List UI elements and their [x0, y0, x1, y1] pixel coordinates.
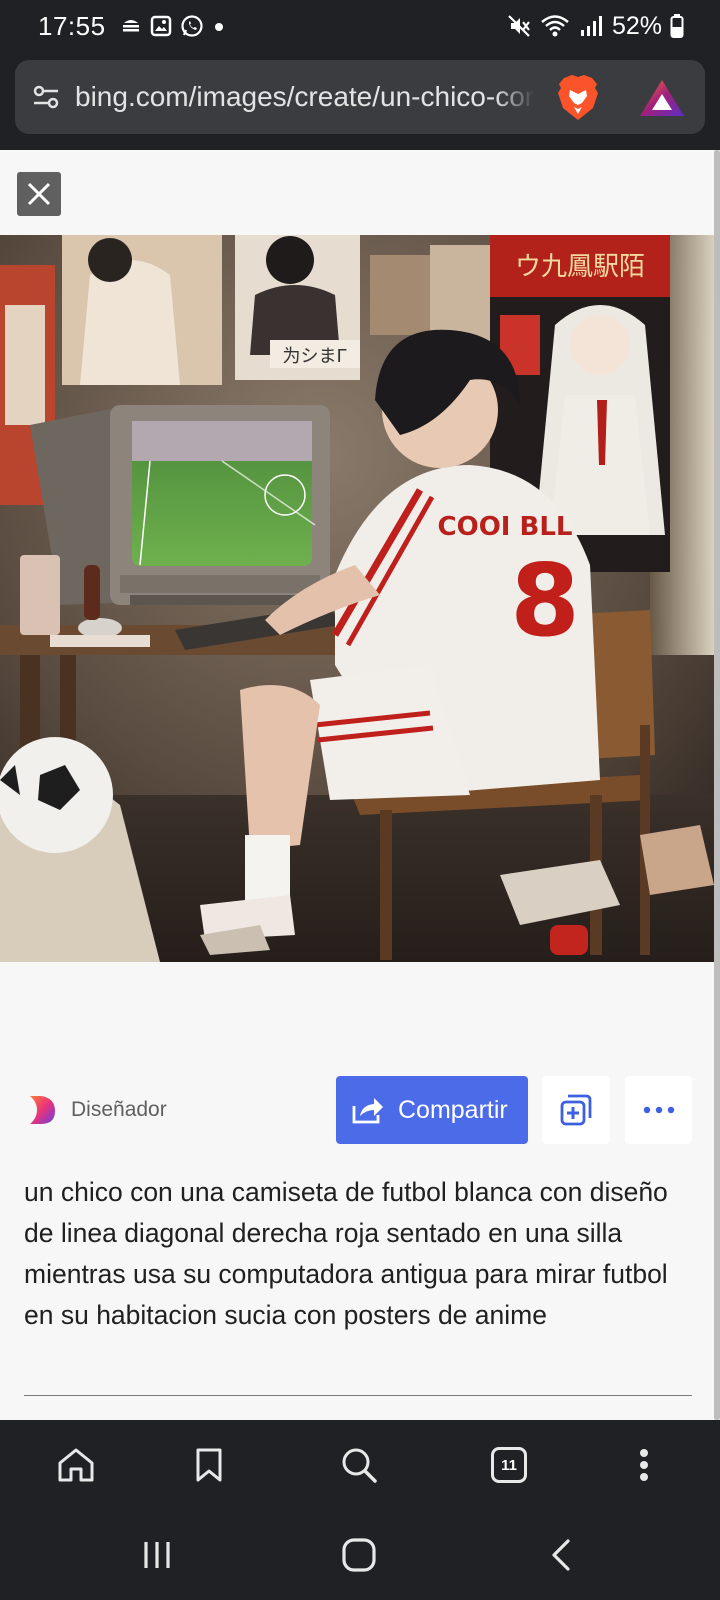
share-icon — [352, 1098, 383, 1124]
back-button[interactable] — [538, 1532, 584, 1578]
designer-label: Diseñador — [71, 1098, 167, 1121]
more-button[interactable] — [625, 1076, 692, 1144]
image-prompt-caption: un chico con una camiseta de futbol blan… — [24, 1177, 668, 1330]
designer-logo-icon — [30, 1096, 55, 1124]
scrollbar-thumb[interactable] — [714, 150, 720, 1420]
poster-sign: 为シまГ — [283, 346, 348, 367]
bookmark-icon — [196, 1448, 222, 1482]
url-text[interactable]: bing.com/images/create/un-chico-con-una-… — [75, 81, 535, 113]
tabs-button[interactable]: 11 — [486, 1442, 532, 1488]
image-viewer: 为シまГ ウ九鳳駅陌 COOI BLL 8 Diseñador Comparti… — [0, 150, 720, 1420]
menu-button[interactable] — [621, 1442, 667, 1488]
more-icon — [643, 1106, 674, 1114]
battery-icon — [670, 14, 684, 38]
add-to-collection-icon — [560, 1094, 592, 1126]
home-nav-button[interactable] — [336, 1532, 382, 1578]
tabs-icon: 11 — [491, 1447, 527, 1483]
gallery-icon — [150, 15, 171, 37]
add-to-collection-button[interactable] — [542, 1076, 610, 1144]
address-bar[interactable]: bing.com/images/create/un-chico-con-una-… — [15, 60, 705, 134]
jersey-text: COOI BLL — [438, 512, 573, 542]
action-row: Diseñador Compartir — [0, 1076, 714, 1144]
status-time: 17:55 — [38, 10, 106, 41]
whatsapp-icon — [180, 15, 203, 37]
divider — [24, 1395, 692, 1396]
bottom-toolbar: 11 — [0, 1420, 720, 1510]
share-button[interactable]: Compartir — [336, 1076, 528, 1144]
menu-icon — [640, 1449, 648, 1481]
bookmark-button[interactable] — [186, 1442, 232, 1488]
generated-image[interactable]: 为シまГ ウ九鳳駅陌 COOI BLL 8 — [0, 235, 714, 962]
search-button[interactable] — [336, 1442, 382, 1488]
home-nav-icon — [342, 1538, 376, 1572]
scrollbar-track[interactable] — [714, 150, 720, 1420]
wifi-icon — [541, 15, 569, 37]
home-icon — [58, 1448, 94, 1482]
close-button[interactable] — [17, 172, 61, 216]
system-nav-bar — [0, 1510, 720, 1600]
dot-icon — [214, 23, 223, 31]
recents-button[interactable] — [134, 1532, 180, 1578]
brave-shields-icon[interactable] — [556, 74, 600, 122]
brave-rewards-icon[interactable] — [639, 78, 685, 118]
recents-icon — [144, 1542, 170, 1568]
status-notification-icons — [120, 14, 226, 38]
home-button[interactable] — [53, 1442, 99, 1488]
signal-icon — [580, 16, 602, 36]
notification-icon — [122, 20, 139, 32]
back-icon — [552, 1539, 570, 1571]
close-icon — [27, 182, 51, 206]
status-bar: 17:55 52% — [0, 0, 720, 52]
tune-icon[interactable] — [31, 82, 61, 112]
search-icon — [342, 1448, 377, 1483]
jersey-number: 8 — [510, 542, 580, 659]
mute-icon — [508, 15, 530, 37]
share-label: Compartir — [398, 1095, 508, 1124]
browser-toolbar: bing.com/images/create/un-chico-con-una-… — [0, 52, 720, 150]
status-right: 52% — [506, 12, 684, 41]
battery-percent: 52% — [611, 11, 662, 40]
designer-brand[interactable]: Diseñador — [27, 1094, 167, 1126]
poster-banner-text: ウ九鳳駅陌 — [515, 252, 645, 282]
